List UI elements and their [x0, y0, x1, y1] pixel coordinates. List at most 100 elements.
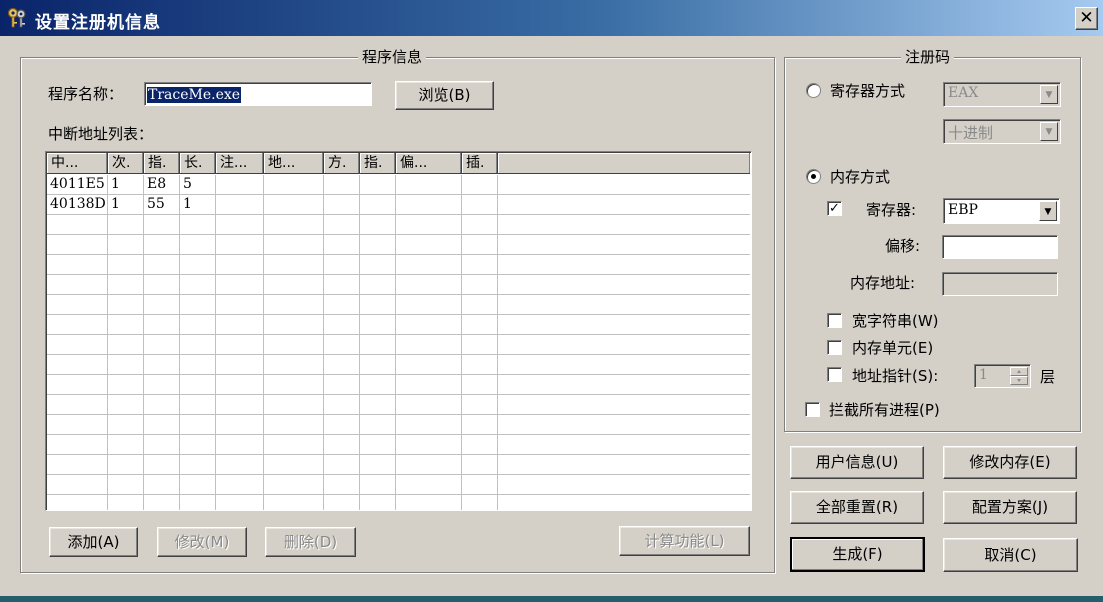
regcode-legend: 注册码: [901, 46, 955, 67]
table-cell: [360, 195, 396, 214]
empty-rows: [47, 215, 750, 510]
offset-label: 偏移:: [885, 237, 921, 255]
table-row[interactable]: 40138D 1 55 1: [47, 195, 750, 215]
table-cell: [498, 175, 750, 194]
empty-row: [47, 395, 750, 415]
chevron-down-icon[interactable]: ▼: [1040, 122, 1058, 141]
modify-memory-button[interactable]: 修改内存(E): [943, 446, 1077, 479]
table-cell: [396, 175, 462, 194]
modify-button[interactable]: 修改(M): [157, 527, 247, 557]
generate-button[interactable]: 生成(F): [790, 537, 925, 572]
wide-string-checkbox[interactable]: [827, 313, 842, 328]
mem-addr-input[interactable]: [942, 272, 1058, 296]
table-cell: [216, 175, 264, 194]
mem-addr-label: 内存地址:: [850, 274, 916, 292]
mem-register-checkbox[interactable]: ✓: [827, 201, 842, 216]
program-info-legend: 程序信息: [358, 46, 427, 67]
pointer-level-stepper[interactable]: 1: [974, 364, 1031, 388]
empty-row: [47, 275, 750, 295]
radix-select[interactable]: 十进制 ▼: [943, 119, 1061, 144]
table-cell: [396, 195, 462, 214]
empty-row: [47, 215, 750, 235]
program-name-input[interactable]: TraceMe.exe: [144, 82, 372, 106]
memory-mode-radio[interactable]: [806, 169, 821, 184]
register-select-value: EAX: [948, 85, 979, 101]
mem-unit-checkbox[interactable]: [827, 340, 842, 355]
offset-input[interactable]: [942, 235, 1058, 259]
table-cell: 4011E5: [47, 175, 108, 194]
table-cell: 5: [180, 175, 216, 194]
column-header[interactable]: 指.: [360, 153, 396, 174]
table-cell: [498, 195, 750, 214]
window-title: 设置注册机信息: [35, 13, 161, 33]
mem-register-label: 寄存器:: [866, 201, 917, 219]
table-cell: 1: [108, 175, 144, 194]
config-scheme-button[interactable]: 配置方案(J): [943, 491, 1077, 524]
empty-row: [47, 435, 750, 455]
table-cell: 40138D: [47, 195, 108, 214]
column-header[interactable]: 地...: [264, 153, 324, 174]
delete-button[interactable]: 删除(D): [265, 527, 356, 557]
column-header[interactable]: 指.: [144, 153, 180, 174]
intercept-all-label[interactable]: 拦截所有进程(P): [829, 399, 940, 420]
stepper-down-button[interactable]: [1010, 376, 1028, 385]
mem-unit-label[interactable]: 内存单元(E): [852, 337, 933, 358]
table-cell: [462, 175, 498, 194]
title-bar[interactable]: 设置注册机信息 ✕: [0, 0, 1103, 36]
table-cell: [462, 195, 498, 214]
browse-button[interactable]: 浏览(B): [395, 81, 494, 110]
breakpoint-list-header: 中... 次. 指. 长. 注... 地... 方. 指. 偏... 插.: [47, 153, 750, 174]
empty-row: [47, 235, 750, 255]
radio-dot: [811, 174, 816, 179]
chevron-down-icon[interactable]: ▼: [1040, 85, 1058, 104]
table-cell: [324, 195, 360, 214]
program-name-label: 程序名称：: [48, 85, 124, 103]
column-header[interactable]: [498, 153, 750, 174]
empty-row: [47, 335, 750, 355]
mem-register-select[interactable]: EBP ▼: [943, 198, 1060, 224]
table-cell: [264, 175, 324, 194]
table-cell: 1: [180, 195, 216, 214]
table-cell: E8: [144, 175, 180, 194]
radix-select-value: 十进制: [948, 124, 994, 142]
empty-row: [47, 255, 750, 275]
table-cell: [216, 195, 264, 214]
register-mode-radio[interactable]: [806, 83, 821, 98]
register-mode-label[interactable]: 寄存器方式: [830, 80, 905, 101]
empty-row: [47, 495, 750, 510]
empty-row: [47, 315, 750, 335]
reset-all-button[interactable]: 全部重置(R): [790, 491, 924, 524]
chevron-down-icon[interactable]: ▼: [1039, 201, 1057, 221]
empty-row: [47, 375, 750, 395]
column-header[interactable]: 插.: [462, 153, 498, 174]
breakpoint-list[interactable]: 中... 次. 指. 长. 注... 地... 方. 指. 偏... 插. 40…: [45, 151, 752, 511]
intercept-all-checkbox[interactable]: [805, 402, 820, 417]
table-row[interactable]: 4011E5 1 E8 5: [47, 175, 750, 195]
wide-string-label[interactable]: 宽字符串(W): [852, 310, 939, 331]
column-header[interactable]: 长.: [180, 153, 216, 174]
column-header[interactable]: 注...: [216, 153, 264, 174]
chevron-down-icon: [1017, 379, 1021, 382]
column-header[interactable]: 方.: [324, 153, 360, 174]
stepper-up-button[interactable]: [1010, 367, 1028, 376]
close-icon: ✕: [1079, 8, 1094, 28]
addr-pointer-label[interactable]: 地址指针(S):: [852, 365, 938, 386]
user-info-button[interactable]: 用户信息(U): [790, 446, 924, 479]
add-button[interactable]: 添加(A): [49, 527, 138, 557]
table-cell: [324, 175, 360, 194]
close-button[interactable]: ✕: [1075, 7, 1098, 30]
memory-mode-label[interactable]: 内存方式: [830, 166, 890, 187]
calc-button[interactable]: 计算功能(L): [619, 526, 750, 556]
breakpoint-list-label: 中断地址列表：: [48, 125, 154, 143]
table-cell: 1: [108, 195, 144, 214]
column-header[interactable]: 次.: [108, 153, 144, 174]
table-cell: [360, 175, 396, 194]
table-cell: 55: [144, 195, 180, 214]
breakpoint-rows: 4011E5 1 E8 5 40138D 1 55 1: [47, 175, 750, 510]
addr-pointer-checkbox[interactable]: [827, 367, 842, 382]
column-header[interactable]: 中...: [47, 153, 108, 174]
column-header[interactable]: 偏...: [396, 153, 462, 174]
mem-register-select-value: EBP: [948, 202, 978, 218]
cancel-button[interactable]: 取消(C): [943, 538, 1078, 572]
register-select[interactable]: EAX ▼: [943, 82, 1061, 107]
